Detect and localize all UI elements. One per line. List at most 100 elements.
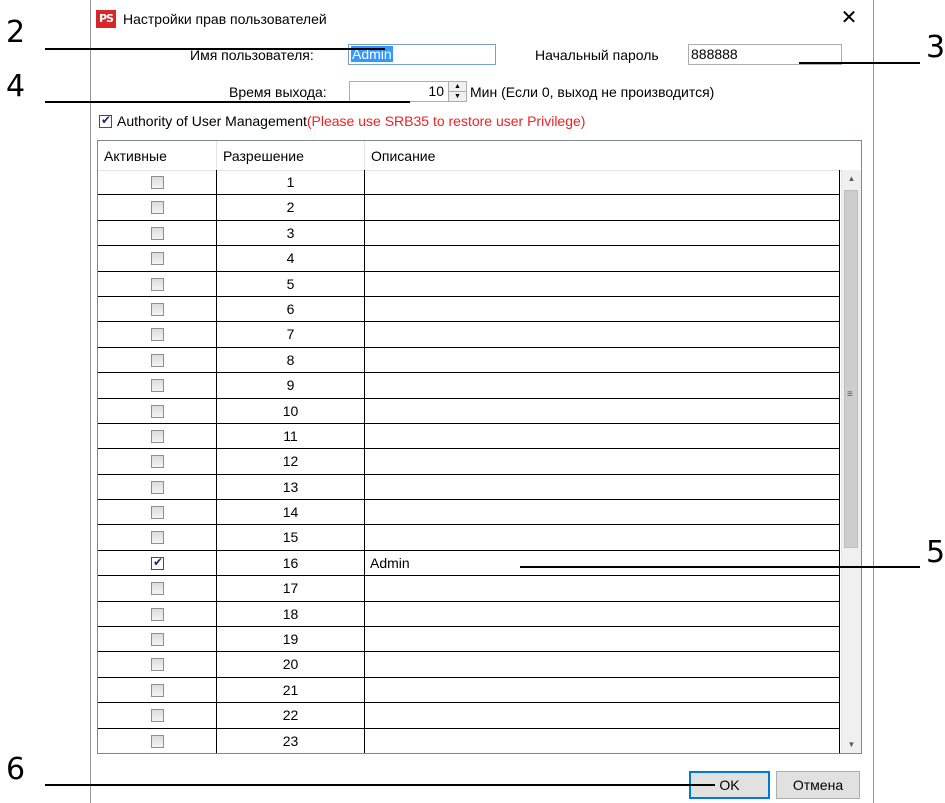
active-checkbox[interactable] [151, 353, 164, 367]
logout-time-spinner[interactable]: 10 ▲ ▼ [349, 81, 467, 102]
permission-cell[interactable]: 7 [217, 322, 365, 347]
permission-cell[interactable]: 11 [217, 423, 365, 449]
description-cell[interactable] [365, 703, 840, 728]
table-row[interactable]: 20 [98, 652, 840, 678]
permission-cell[interactable]: 9 [217, 373, 365, 398]
spin-down-icon[interactable]: ▼ [449, 92, 466, 101]
description-cell[interactable] [365, 296, 840, 322]
active-checkbox[interactable] [151, 734, 164, 748]
close-button[interactable]: ✕ [839, 6, 859, 28]
table-row[interactable]: 1 [98, 170, 840, 196]
table-row[interactable]: 19 [98, 627, 840, 653]
active-checkbox[interactable] [151, 480, 164, 494]
table-row[interactable]: 7 [98, 322, 840, 348]
active-checkbox[interactable] [151, 201, 164, 215]
active-checkbox[interactable] [151, 683, 164, 697]
active-checkbox[interactable] [151, 506, 164, 520]
table-row[interactable]: 12 [98, 449, 840, 475]
cancel-button[interactable]: Отмена [776, 771, 860, 799]
permission-cell[interactable]: 19 [217, 627, 365, 652]
description-cell[interactable] [365, 246, 840, 271]
active-checkbox[interactable] [151, 709, 164, 723]
table-row[interactable]: 4 [98, 246, 840, 272]
active-checkbox[interactable] [151, 658, 164, 672]
table-row[interactable]: 3 [98, 220, 840, 247]
scroll-thumb[interactable]: ≡ [844, 190, 858, 548]
column-header-permission[interactable]: Разрешение [217, 141, 365, 170]
active-checkbox[interactable] [151, 429, 164, 443]
description-cell[interactable] [365, 474, 840, 500]
permission-cell[interactable]: 12 [217, 449, 365, 474]
description-cell[interactable] [365, 500, 840, 525]
permission-cell[interactable]: 23 [217, 728, 365, 753]
description-cell[interactable] [365, 322, 840, 347]
column-header-active[interactable]: Активные [98, 141, 217, 170]
description-cell[interactable] [365, 449, 840, 474]
permission-cell[interactable]: 6 [217, 296, 365, 322]
table-row[interactable]: 11 [98, 423, 840, 450]
description-cell[interactable] [365, 677, 840, 703]
table-row[interactable]: 10 [98, 398, 840, 424]
table-row[interactable]: 9 [98, 373, 840, 399]
table-row[interactable]: 8 [98, 347, 840, 374]
spin-up-icon[interactable]: ▲ [449, 82, 466, 92]
permission-cell[interactable]: 5 [217, 271, 365, 296]
active-checkbox[interactable] [151, 455, 164, 469]
permission-cell[interactable]: 14 [217, 500, 365, 525]
active-checkbox[interactable] [151, 176, 164, 189]
table-row[interactable]: 14 [98, 500, 840, 526]
active-checkbox[interactable] [151, 277, 164, 291]
description-cell[interactable] [365, 271, 840, 296]
description-cell[interactable] [365, 652, 840, 677]
active-checkbox[interactable] [151, 633, 164, 647]
column-header-description[interactable]: Описание [365, 141, 843, 170]
active-checkbox[interactable] [151, 404, 164, 418]
permission-cell[interactable]: 4 [217, 246, 365, 271]
table-row[interactable]: 23 [98, 728, 840, 753]
active-checkbox[interactable] [151, 252, 164, 266]
description-cell[interactable] [365, 423, 840, 449]
active-checkbox[interactable] [151, 531, 164, 545]
permission-cell[interactable]: 2 [217, 195, 365, 220]
description-cell[interactable] [365, 220, 840, 246]
description-cell[interactable] [365, 398, 840, 423]
table-row[interactable]: 22 [98, 703, 840, 729]
description-cell[interactable] [365, 170, 840, 195]
description-cell[interactable] [365, 195, 840, 220]
table-row[interactable]: 18 [98, 601, 840, 628]
permission-cell[interactable]: 3 [217, 220, 365, 246]
table-row[interactable]: 21 [98, 677, 840, 704]
description-cell[interactable] [365, 525, 840, 550]
permission-cell[interactable]: 21 [217, 677, 365, 703]
table-row[interactable]: 13 [98, 474, 840, 501]
permission-cell[interactable]: 10 [217, 398, 365, 423]
active-checkbox[interactable] [151, 582, 164, 596]
permission-cell[interactable]: 22 [217, 703, 365, 728]
table-row[interactable]: 5 [98, 271, 840, 297]
table-row[interactable]: 15 [98, 525, 840, 551]
permission-cell[interactable]: 18 [217, 601, 365, 627]
active-checkbox[interactable] [151, 302, 164, 316]
table-row[interactable]: 6 [98, 296, 840, 323]
description-cell[interactable]: Admin [365, 550, 840, 576]
table-row[interactable]: 17 [98, 576, 840, 602]
active-checkbox[interactable] [151, 379, 164, 393]
description-cell[interactable] [365, 347, 840, 373]
permission-cell[interactable]: 17 [217, 576, 365, 601]
permission-cell[interactable]: 15 [217, 525, 365, 550]
active-checkbox[interactable] [151, 555, 164, 570]
scroll-down-icon[interactable]: ▼ [842, 736, 861, 753]
active-checkbox[interactable] [151, 328, 164, 342]
scroll-up-icon[interactable]: ▲ [842, 170, 861, 187]
table-row[interactable]: 16Admin [98, 550, 840, 577]
description-cell[interactable] [365, 373, 840, 398]
description-cell[interactable] [365, 627, 840, 652]
table-row[interactable]: 2 [98, 195, 840, 221]
description-cell[interactable] [365, 576, 840, 601]
active-checkbox[interactable] [151, 607, 164, 621]
permission-cell[interactable]: 13 [217, 474, 365, 500]
active-checkbox[interactable] [151, 226, 164, 240]
authority-checkbox[interactable] [99, 113, 112, 128]
permission-cell[interactable]: 8 [217, 347, 365, 373]
description-cell[interactable] [365, 728, 840, 753]
